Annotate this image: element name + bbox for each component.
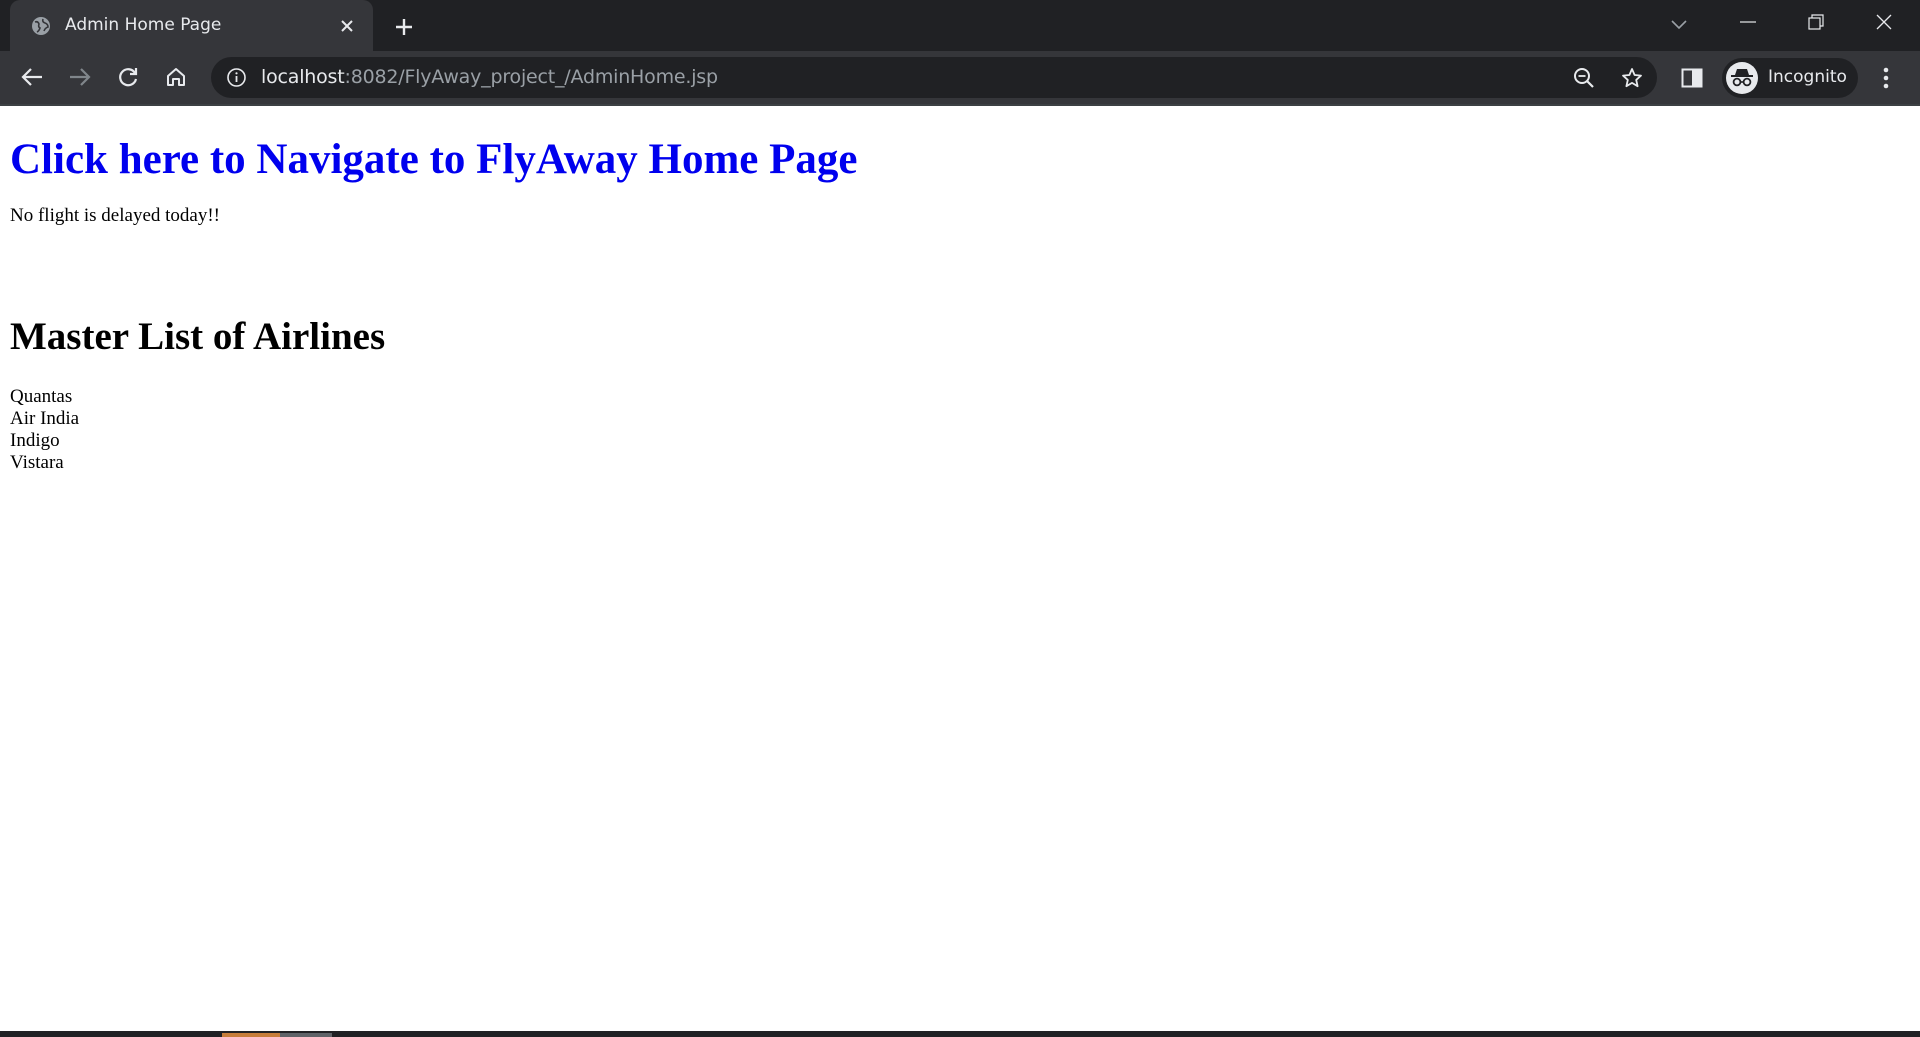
more-menu-icon[interactable] [1872,62,1900,94]
url-text[interactable]: localhost:8082/FlyAway_project_/AdminHom… [261,66,718,88]
delay-message: No flight is delayed today!! [10,205,221,226]
globe-icon [32,17,50,35]
new-tab-icon[interactable] [390,13,418,41]
reload-icon[interactable] [110,59,146,95]
airline-item: Vistara [10,452,64,473]
airline-item: Indigo [10,430,60,451]
back-arrow-icon[interactable] [14,59,50,95]
url-path: :8082/FlyAway_project_/AdminHome.jsp [344,66,719,88]
url-host: localhost [261,66,345,88]
bookmark-star-icon[interactable] [1619,65,1645,91]
airlines-heading: Master List of Airlines [10,315,386,358]
page-content: Click here to Navigate to FlyAway Home P… [0,106,1920,1031]
tab-title: Admin Home Page [65,15,222,35]
forward-arrow-icon[interactable] [62,59,98,95]
profile-button[interactable]: Incognito [1722,58,1858,98]
airline-list: Quantas Air India Indigo Vistara [10,386,79,474]
side-panel-icon[interactable] [1676,62,1708,94]
minimize-icon[interactable] [1714,0,1782,44]
site-info-icon[interactable] [226,67,247,88]
taskbar-indicator [280,1033,332,1037]
tab-search-chevron-icon[interactable] [1664,10,1694,40]
close-tab-icon[interactable] [335,14,359,38]
zoom-out-icon[interactable] [1571,65,1597,91]
browser-tab-strip: Admin Home Page [0,0,1920,51]
restore-icon[interactable] [1782,0,1850,44]
address-bar[interactable]: localhost:8082/FlyAway_project_/AdminHom… [211,57,1657,98]
taskbar-active-indicator [222,1033,280,1037]
browser-tab[interactable]: Admin Home Page [10,0,373,51]
home-page-link[interactable]: Click here to Navigate to FlyAway Home P… [10,136,857,183]
window-close-icon[interactable] [1850,0,1918,44]
incognito-icon [1726,62,1758,94]
airline-item: Quantas [10,386,73,407]
profile-label: Incognito [1768,67,1847,87]
home-icon[interactable] [158,59,194,95]
airline-item: Air India [10,408,80,429]
